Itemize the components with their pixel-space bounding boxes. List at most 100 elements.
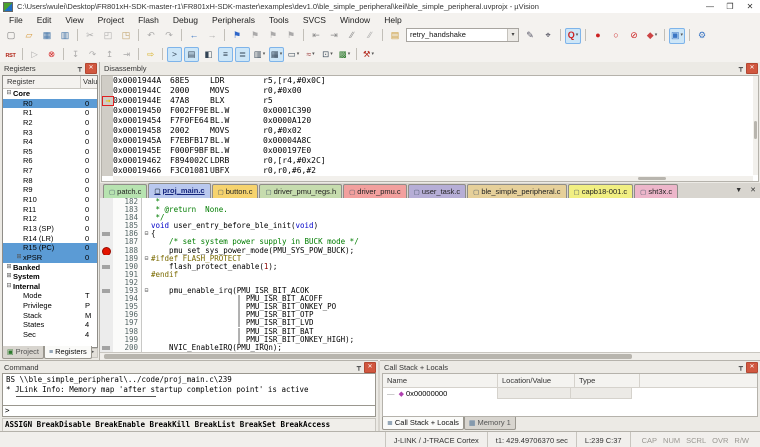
register-row-r9[interactable]: R90 bbox=[3, 185, 97, 195]
register-row-r12[interactable]: R120 bbox=[3, 214, 97, 224]
navigate-back-icon[interactable]: ← bbox=[186, 28, 202, 44]
register-row-r7[interactable]: R70 bbox=[3, 166, 97, 176]
close-document-icon[interactable]: ✕ bbox=[750, 187, 756, 194]
disassembly-line[interactable]: 0x0001944A68E5LDRr5,[r4,#0x0C] bbox=[102, 76, 758, 86]
callstack-row[interactable]: — ◆0x00000000 bbox=[383, 388, 757, 399]
system-viewer-icon[interactable]: ▩▾ bbox=[337, 47, 352, 62]
cut-icon[interactable]: ✂ bbox=[82, 28, 98, 44]
pin-icon[interactable]: ┳ bbox=[739, 363, 743, 371]
disassembly-line[interactable]: 0x00019454F7F0FE64BL.W0x0000A120 bbox=[102, 116, 758, 126]
fold-collapse-icon[interactable]: ⊟ bbox=[142, 287, 151, 295]
menu-file[interactable]: File bbox=[2, 15, 30, 25]
breakpoint-access-icon[interactable]: ◆▾ bbox=[644, 28, 660, 44]
minimize-button[interactable]: — bbox=[700, 2, 720, 11]
register-row-r6[interactable]: R60 bbox=[3, 156, 97, 166]
disassembly-line[interactable]: →0x0001944E47A8BLXr5 bbox=[102, 96, 758, 106]
maximize-button[interactable]: ❐ bbox=[720, 2, 740, 11]
bookmark-toggle-icon[interactable]: ⚑ bbox=[229, 28, 245, 44]
show-next-statement-icon[interactable]: ⇨ bbox=[143, 47, 158, 62]
disassembly-line[interactable]: 0x00019466F3C01081UBFXr0,r0,#6,#2 bbox=[102, 166, 758, 176]
bookmark-prev-icon[interactable]: ⚑ bbox=[247, 28, 263, 44]
register-row-r14-lr[interactable]: R14 (LR)0 bbox=[3, 234, 97, 244]
stop-icon[interactable]: ⊗ bbox=[44, 47, 59, 62]
register-row-system[interactable]: ⊞System bbox=[3, 272, 97, 282]
tab-driver-pmu-regs-h[interactable]: ▢driver_pmu_regs.h bbox=[259, 184, 342, 198]
scrollbar-thumb[interactable] bbox=[638, 177, 666, 180]
register-row-stack[interactable]: StackM bbox=[3, 311, 97, 321]
dropdown-arrow-icon[interactable]: ▾ bbox=[280, 51, 283, 57]
dropdown-arrow-icon[interactable]: ▾ bbox=[681, 32, 684, 38]
menu-help[interactable]: Help bbox=[377, 15, 408, 25]
tab-ble-simple-peripheral-c[interactable]: ▢ble_simple_peripheral.c bbox=[467, 184, 566, 198]
tab-registers[interactable]: ≡Registers bbox=[44, 346, 92, 359]
tab-project[interactable]: ▣Project bbox=[2, 346, 44, 359]
comment-icon[interactable]: ∕∕ bbox=[344, 28, 360, 44]
pin-icon[interactable]: ┳ bbox=[357, 363, 361, 371]
register-row-r15-pc[interactable]: R15 (PC)0 bbox=[3, 243, 97, 253]
editor-line[interactable]: 200 NVIC_EnableIRQ(PMU_IRQn); bbox=[100, 344, 760, 352]
name-column-label[interactable]: Name bbox=[383, 374, 498, 387]
tab-capb18-001-c[interactable]: ▢capb18-001.c bbox=[568, 184, 634, 198]
register-row-r8[interactable]: R80 bbox=[3, 176, 97, 186]
editor-line[interactable]: 190 flash_protect_enable(1); bbox=[100, 263, 760, 271]
disable-breakpoint-icon[interactable]: ○ bbox=[608, 28, 624, 44]
uncomment-icon[interactable]: ∕∕ bbox=[362, 28, 378, 44]
paste-icon[interactable]: ◳ bbox=[118, 28, 134, 44]
save-all-icon[interactable]: ▥ bbox=[57, 28, 73, 44]
register-row-r4[interactable]: R40 bbox=[3, 137, 97, 147]
run-to-cursor-icon[interactable]: ⇥ bbox=[119, 47, 134, 62]
toolbox-icon[interactable]: ⚒▾ bbox=[361, 47, 376, 62]
insert-breakpoint-icon[interactable]: ● bbox=[590, 28, 606, 44]
pin-icon[interactable]: ┳ bbox=[739, 64, 743, 72]
menu-svcs[interactable]: SVCS bbox=[296, 15, 333, 25]
disassembly-line[interactable]: 0x000194582002MOVSr0,#0x02 bbox=[102, 126, 758, 136]
location-column-label[interactable]: Location/Value bbox=[498, 374, 575, 387]
dropdown-arrow-icon[interactable]: ▾ bbox=[312, 51, 315, 57]
tab-driver-pmu-c[interactable]: ▢driver_pmu.c bbox=[343, 184, 407, 198]
open-file-icon[interactable]: ▱ bbox=[21, 28, 37, 44]
run-icon[interactable]: ▷ bbox=[27, 47, 42, 62]
dropdown-arrow-icon[interactable]: ▾ bbox=[372, 51, 375, 57]
memory-window-icon[interactable]: ▦▾ bbox=[269, 47, 284, 62]
register-row-sec[interactable]: Sec4 bbox=[3, 330, 97, 340]
tree-expander-icon[interactable]: ⊞ bbox=[5, 263, 13, 273]
command-input[interactable]: > bbox=[2, 405, 376, 417]
pin-icon[interactable]: ┳ bbox=[78, 64, 82, 72]
disassembly-line[interactable]: 0x0001945AF7EBFB17BL.W0x00004A8C bbox=[102, 136, 758, 146]
incremental-find-icon[interactable]: ⌖ bbox=[540, 28, 556, 44]
register-row-states[interactable]: States4 bbox=[3, 320, 97, 330]
serial-window-icon[interactable]: ▭▾ bbox=[286, 47, 301, 62]
tab-patch-c[interactable]: ▢patch.c bbox=[103, 184, 147, 198]
editor-windows-icon[interactable]: ▣▾ bbox=[669, 28, 685, 44]
register-row-r2[interactable]: R20 bbox=[3, 118, 97, 128]
tab-list-dropdown-icon[interactable]: ▼ bbox=[735, 187, 742, 194]
disassembly-horizontal-scrollbar[interactable] bbox=[113, 176, 753, 181]
fold-collapse-icon[interactable]: ⊟ bbox=[142, 230, 151, 238]
navigate-forward-icon[interactable]: → bbox=[204, 28, 220, 44]
dropdown-arrow-icon[interactable]: ▾ bbox=[263, 51, 266, 57]
dropdown-arrow-icon[interactable]: ▾ bbox=[297, 51, 300, 57]
tree-expander-icon[interactable]: ⊟ bbox=[5, 89, 13, 99]
save-icon[interactable]: ▦ bbox=[39, 28, 55, 44]
menu-debug[interactable]: Debug bbox=[166, 15, 205, 25]
code-editor[interactable]: 182 *183 * @return None.184 */185void us… bbox=[100, 198, 760, 352]
disassembly-line[interactable]: 0x00019450F002FF9EBL.W0x0001C390 bbox=[102, 106, 758, 116]
disassembly-line[interactable]: 0x0001944C2000MOVSr0,#0x00 bbox=[102, 86, 758, 96]
bookmark-next-icon[interactable]: ⚑ bbox=[265, 28, 281, 44]
step-icon[interactable]: ↧ bbox=[68, 47, 83, 62]
analysis-window-icon[interactable]: ≈▾ bbox=[303, 47, 318, 62]
register-row-xpsr[interactable]: ⊞xPSR0 bbox=[3, 253, 97, 263]
indent-icon[interactable]: ⇥ bbox=[326, 28, 342, 44]
register-row-r0[interactable]: R00 bbox=[3, 99, 97, 109]
tree-expander-icon[interactable]: ⊞ bbox=[15, 253, 23, 263]
command-function-buttons[interactable]: ASSIGN BreakDisable BreakEnable BreakKil… bbox=[2, 418, 376, 432]
register-row-r10[interactable]: R100 bbox=[3, 195, 97, 205]
editor-line[interactable]: 185void user_entry_before_ble_init(void) bbox=[100, 222, 760, 230]
find-icon[interactable]: ✎ bbox=[522, 28, 538, 44]
register-row-banked[interactable]: ⊞Banked bbox=[3, 263, 97, 273]
menu-window[interactable]: Window bbox=[333, 15, 377, 25]
tab-proj-main-c[interactable]: ▢proj_main.c bbox=[148, 183, 210, 198]
close-icon[interactable]: ✕ bbox=[746, 362, 758, 373]
disassembly-line[interactable]: 0x0001945EF000F9BFBL.W0x000197E0 bbox=[102, 146, 758, 156]
command-output[interactable]: BS \\ble_simple_peripheral\../code/proj_… bbox=[2, 373, 376, 407]
